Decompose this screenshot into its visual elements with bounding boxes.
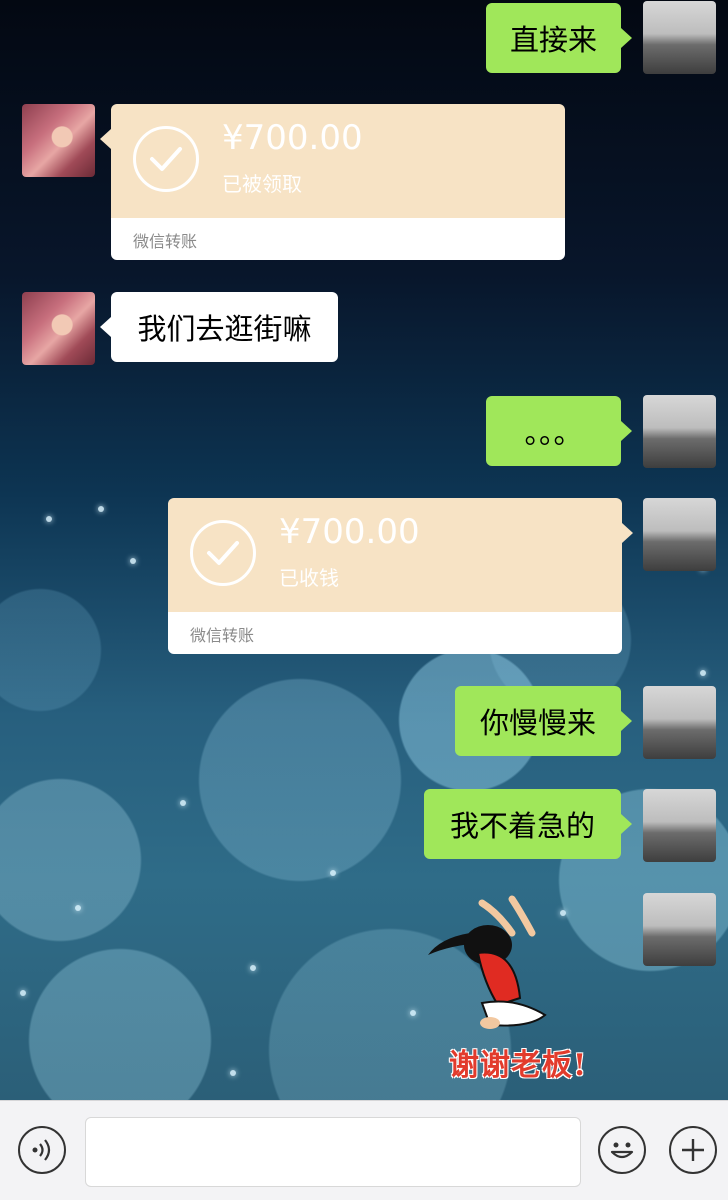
sparkle xyxy=(75,905,81,911)
sparkle xyxy=(20,990,26,996)
transfer-label: 微信转账 xyxy=(133,232,198,251)
message-text: 。。。 xyxy=(524,416,583,450)
transfer-amount: ¥700.00 xyxy=(279,512,420,552)
message-text: 我们去逛街嘛 xyxy=(137,312,312,346)
message-bubble-incoming[interactable]: 我们去逛街嘛 xyxy=(100,292,338,362)
message-bubble-outgoing[interactable]: 你慢慢来 xyxy=(455,686,632,756)
my-avatar[interactable] xyxy=(643,686,716,759)
my-avatar[interactable] xyxy=(643,893,716,966)
my-avatar[interactable] xyxy=(643,498,716,571)
sparkle xyxy=(180,800,186,806)
input-bar xyxy=(0,1100,728,1200)
voice-button[interactable] xyxy=(18,1126,66,1174)
message-input[interactable] xyxy=(85,1117,581,1187)
contact-avatar[interactable] xyxy=(22,104,95,177)
emoji-icon xyxy=(610,1142,634,1159)
sparkle xyxy=(130,558,136,564)
sparkle xyxy=(230,1070,236,1076)
my-avatar[interactable] xyxy=(643,789,716,862)
sparkle xyxy=(410,1010,416,1016)
transfer-card-incoming[interactable]: ¥700.00 已被领取 微信转账 xyxy=(100,104,565,260)
voice-icon xyxy=(32,1139,51,1161)
emoji-button[interactable] xyxy=(598,1126,646,1174)
message-bubble-outgoing[interactable]: 。。。 xyxy=(486,396,632,466)
message-text: 我不着急的 xyxy=(449,809,595,843)
sparkle xyxy=(700,670,706,676)
sparkle xyxy=(98,506,104,512)
message-bubble-outgoing[interactable]: 直接来 xyxy=(486,3,632,73)
transfer-card-outgoing[interactable]: ¥700.00 已收钱 微信转账 xyxy=(168,498,633,654)
contact-avatar[interactable] xyxy=(22,292,95,365)
checkmark-icon xyxy=(133,126,199,192)
message-text: 你慢慢来 xyxy=(479,706,596,740)
message-bubble-outgoing[interactable]: 我不着急的 xyxy=(424,789,632,859)
sparkle xyxy=(330,870,336,876)
message-text: 直接来 xyxy=(509,23,597,57)
more-button[interactable] xyxy=(669,1126,717,1174)
transfer-status: 已被领取 xyxy=(222,172,302,196)
sticker-caption: 谢谢老板! xyxy=(449,1048,588,1083)
my-avatar[interactable] xyxy=(643,1,716,74)
sparkle xyxy=(46,516,52,522)
transfer-status: 已收钱 xyxy=(279,566,339,590)
sparkle xyxy=(250,965,256,971)
checkmark-icon xyxy=(190,520,256,586)
my-avatar[interactable] xyxy=(643,395,716,468)
plus-icon xyxy=(682,1139,704,1161)
transfer-amount: ¥700.00 xyxy=(222,118,363,158)
transfer-label: 微信转账 xyxy=(190,626,255,645)
